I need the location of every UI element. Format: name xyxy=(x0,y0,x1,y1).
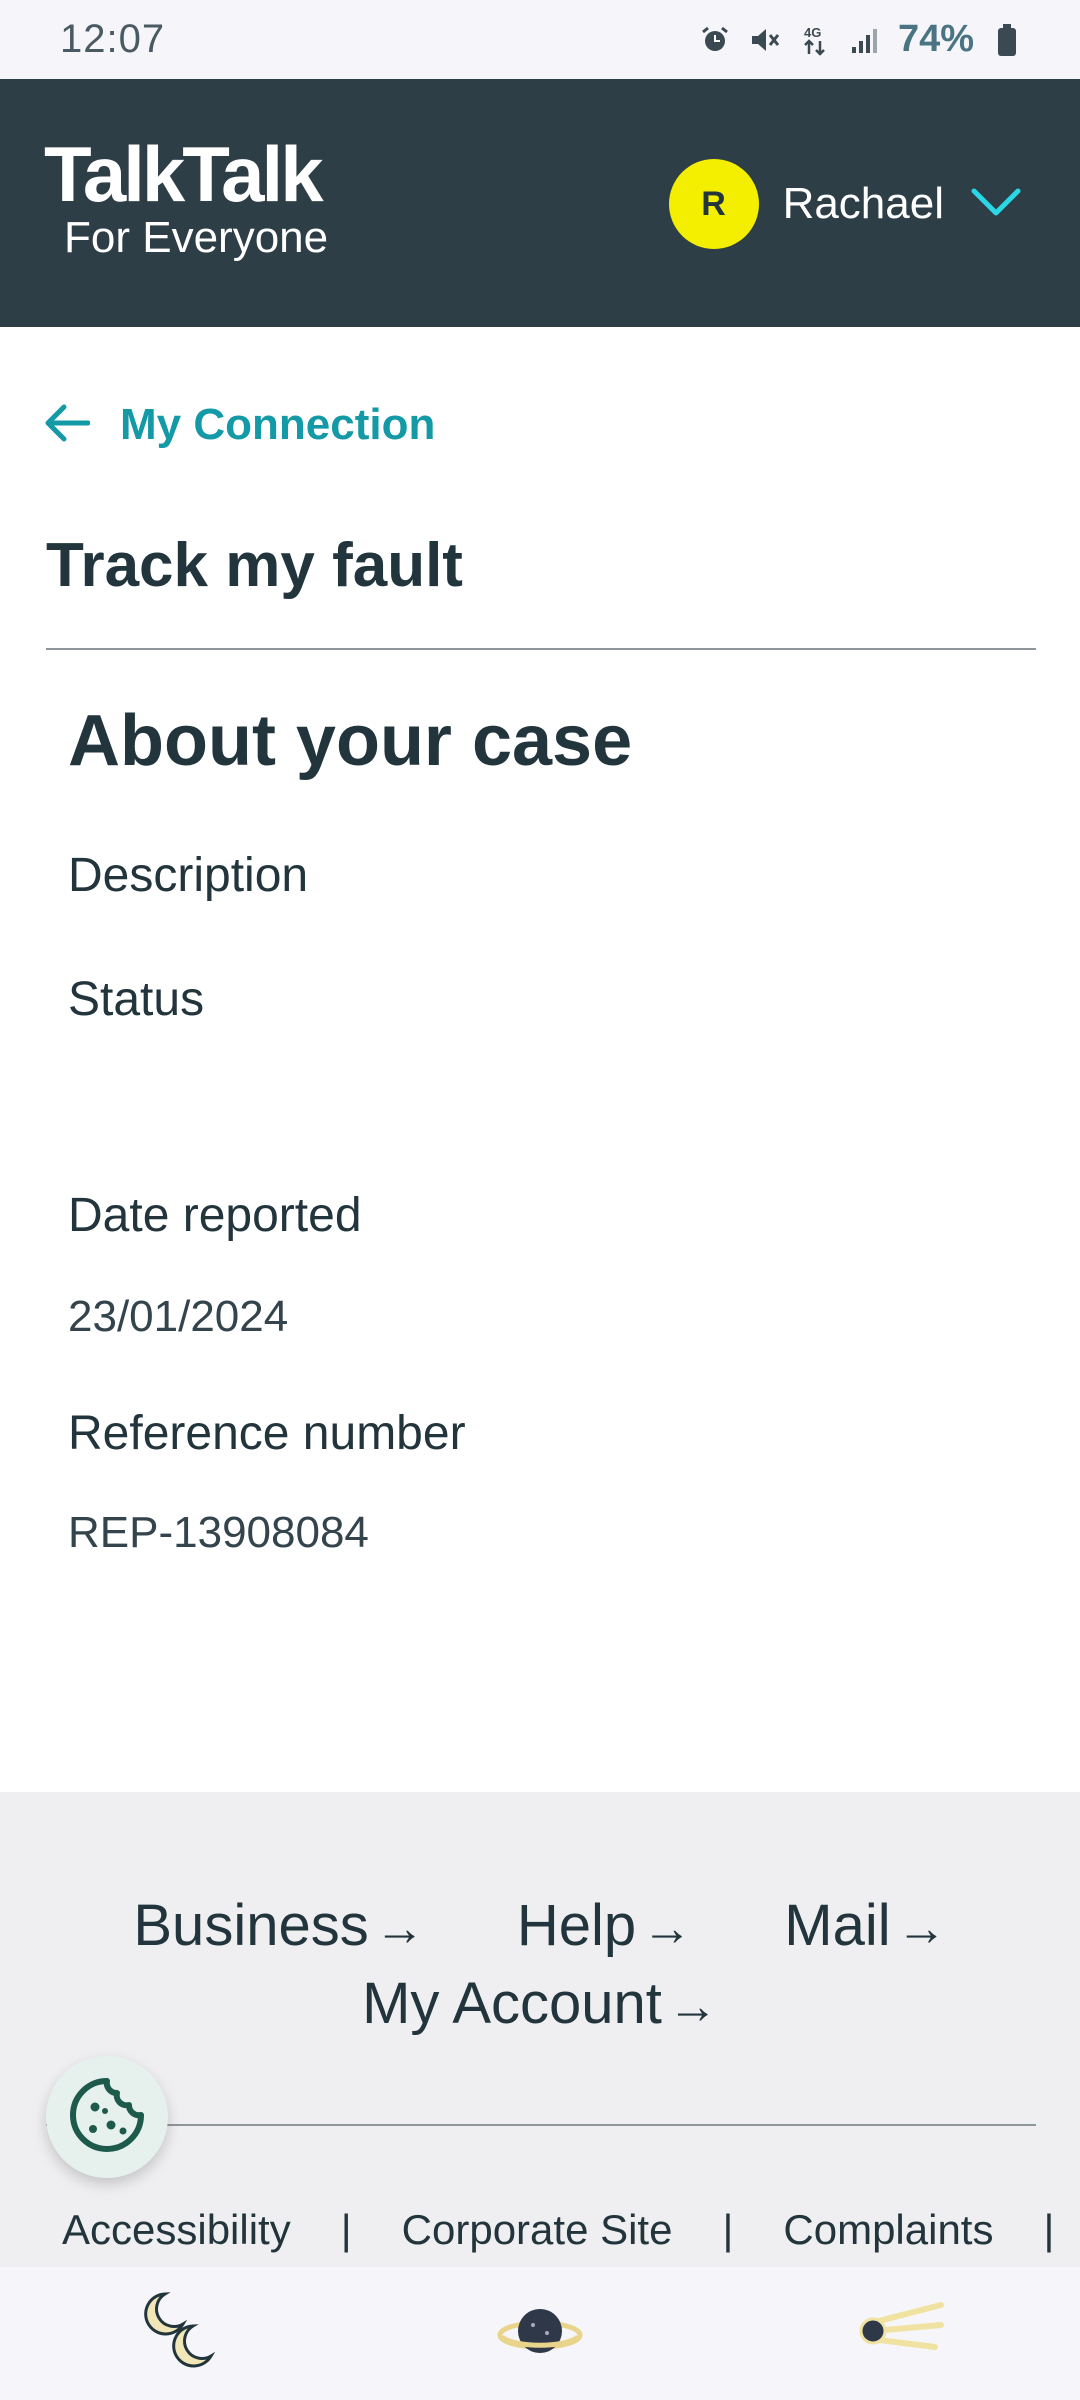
footer-links: Business → Help → Mail → My Account → xyxy=(0,1888,1080,2044)
brand-name: TalkTalk xyxy=(44,130,324,218)
footer-link-label: Mail xyxy=(784,1893,891,1958)
footer-link-complaints[interactable]: Complaints xyxy=(783,2206,993,2254)
cookie-icon xyxy=(67,2075,147,2160)
site-footer: Business → Help → Mail → My Account → xyxy=(0,1792,1080,2267)
arrow-right-icon: → xyxy=(896,1900,947,1956)
title-divider xyxy=(46,648,1036,650)
arrow-right-icon: → xyxy=(667,1978,718,2034)
nav-back-button[interactable] xyxy=(840,2284,960,2384)
svg-text:4G: 4G xyxy=(804,25,821,40)
footer-link-corporate-site[interactable]: Corporate Site xyxy=(402,2206,673,2254)
status-time: 12:07 xyxy=(60,17,166,61)
date-reported-label: Date reported xyxy=(68,1189,362,1242)
legal-links: Accessibility | Corporate Site | Complai… xyxy=(62,2206,1054,2254)
footer-link-business[interactable]: Business → xyxy=(133,1888,424,1966)
page-title: Track my fault xyxy=(46,531,463,600)
nav-home-button[interactable] xyxy=(480,2284,600,2384)
chevron-down-icon xyxy=(970,187,1022,222)
arrow-right-icon: → xyxy=(374,1900,425,1956)
cookie-settings-button[interactable] xyxy=(46,2056,168,2178)
back-link-label: My Connection xyxy=(120,400,436,449)
separator: | xyxy=(1043,2206,1055,2253)
4g-data-icon: 4G xyxy=(798,23,832,57)
description-label: Description xyxy=(68,849,309,902)
reference-number-value: REP-13908084 xyxy=(68,1508,369,1557)
user-name: Rachael xyxy=(782,179,944,228)
alarm-icon xyxy=(698,23,732,57)
footer-link-my-account[interactable]: My Account → xyxy=(362,1966,718,2044)
footer-link-accessibility[interactable]: Accessibility xyxy=(62,2206,291,2254)
battery-icon xyxy=(990,23,1024,57)
brand-tagline: For Everyone xyxy=(64,213,329,262)
footer-link-label: Business xyxy=(133,1893,369,1958)
footer-divider xyxy=(46,2124,1036,2126)
date-reported-value: 23/01/2024 xyxy=(68,1292,289,1341)
comet-icon xyxy=(855,2301,945,2366)
planet-icon xyxy=(495,2301,585,2366)
brand-logo[interactable]: TalkTalk For Everyone xyxy=(44,135,328,263)
system-nav-bar xyxy=(0,2267,1080,2400)
footer-link-help[interactable]: Help → xyxy=(517,1888,692,1966)
signal-icon xyxy=(848,23,882,57)
back-link[interactable]: My Connection xyxy=(44,400,435,450)
reference-number-label: Reference number xyxy=(68,1407,466,1460)
separator: | xyxy=(722,2206,734,2253)
avatar: R xyxy=(668,159,759,249)
arrow-left-icon xyxy=(44,403,91,448)
status-bar: 12:07 4G 74% xyxy=(0,0,1080,79)
battery-percent: 74% xyxy=(897,18,974,60)
arrow-right-icon: → xyxy=(642,1900,693,1956)
footer-link-mail[interactable]: Mail → xyxy=(784,1888,946,1966)
separator: | xyxy=(340,2206,352,2253)
footer-link-label: Help xyxy=(516,1893,637,1958)
site-header: TalkTalk For Everyone R Rachael xyxy=(0,79,1080,327)
case-heading: About your case xyxy=(68,701,633,781)
moons-icon xyxy=(135,2288,225,2379)
footer-link-label: My Account xyxy=(362,1971,662,2036)
mute-icon xyxy=(748,23,782,57)
user-menu[interactable]: R Rachael xyxy=(668,159,1022,249)
nav-recents-button[interactable] xyxy=(120,2284,240,2384)
status-icons: 4G 74% xyxy=(698,18,1024,61)
status-label: Status xyxy=(68,973,205,1026)
